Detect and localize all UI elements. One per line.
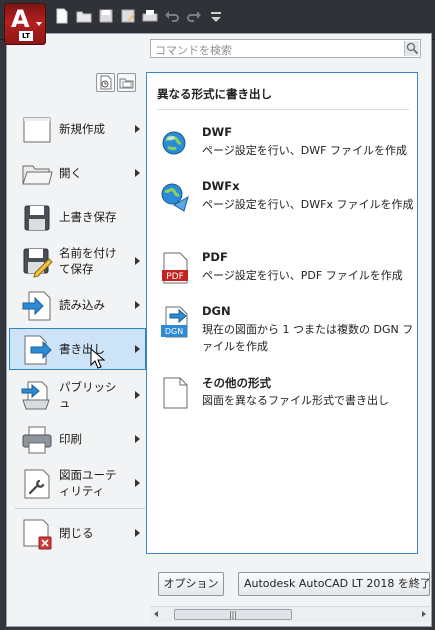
menu-item-label: 開く [59,166,82,180]
new-icon[interactable] [54,8,70,24]
open-icon[interactable] [76,8,92,24]
undo-icon[interactable] [164,8,180,24]
folder-open-icon [21,158,53,190]
entry-title: DGN [202,304,231,318]
export-submenu-panel: 異なる形式に書き出し DWF ページ設定を行い、DWF ファイルを作成 DWFx… [146,72,418,554]
chevron-right-icon [135,479,140,487]
export-icon [21,334,53,366]
menu-item-save-as[interactable]: 名前を付けて保存 [9,240,146,282]
horizontal-scrollbar[interactable]: ||| [150,606,430,622]
menu-item-label: 印刷 [59,432,82,446]
menu-item-label: 読み込み [59,298,105,312]
chevron-right-icon [135,391,140,399]
menu-item-label: 上書き保存 [59,210,117,224]
recent-open-buttons [96,73,136,92]
pdf-icon: PDF [160,252,190,284]
entry-title: DWF [202,125,233,139]
submenu-title: 異なる形式に書き出し [157,87,272,101]
open-documents-icon[interactable] [117,73,136,92]
exit-application-button[interactable]: Autodesk AutoCAD LT 2018 を終了 [238,572,430,596]
menu-left-column: 新規作成 開く 上書き保存 名前を付けて保存 読み込み 書き出し パブリッシュ … [7,64,146,594]
save-as-icon[interactable] [120,8,136,24]
entry-description: ページ設定を行い、DWF ファイルを作成 [202,144,407,157]
menu-item-label: 図面ユーティリティ [59,468,117,498]
application-menu: コマンドを検索 新規作成 開く 上書き保存 名前を付けて保存 読み込み 書き出し… [6,33,432,627]
printer-icon [21,424,53,456]
scrollbar-thumb[interactable]: ||| [174,609,292,620]
menu-item-drawing-utilities[interactable]: 図面ユーティリティ [9,462,146,504]
dwf-globe-icon [160,127,190,159]
scroll-right-icon[interactable] [422,611,426,617]
close-document-icon [21,518,53,550]
command-search-box[interactable]: コマンドを検索 [150,39,421,58]
submenu-divider [157,109,409,110]
menu-item-label: 書き出し [59,342,105,356]
entry-title: PDF [202,250,228,264]
edition-badge: LT [19,31,33,41]
dgn-icon: DGN [160,306,190,338]
chevron-right-icon [135,301,140,309]
menu-separator [15,508,145,509]
chevron-right-icon [135,435,140,443]
recent-documents-icon[interactable] [96,73,115,92]
save-as-pencil-icon [21,246,53,278]
menu-item-import[interactable]: 読み込み [9,284,146,326]
menu-item-label: 閉じる [59,526,94,540]
menu-footer: オプション Autodesk AutoCAD LT 2018 を終了 [150,572,430,600]
blank-document-icon [160,377,190,409]
entry-title: DWFx [202,179,240,193]
menu-item-label: 名前を付けて保存 [59,246,117,276]
customize-icon[interactable] [208,8,224,24]
publish-icon [21,380,53,412]
menu-item-save[interactable]: 上書き保存 [9,196,146,238]
drawing-utilities-icon [21,468,53,500]
menu-item-label: 新規作成 [59,122,105,136]
chevron-right-icon [135,257,140,265]
floppy-disk-icon [21,202,53,234]
chevron-down-icon [36,22,42,26]
redo-icon[interactable] [186,8,202,24]
search-input[interactable]: コマンドを検索 [155,42,232,58]
menu-item-new[interactable]: 新規作成 [9,108,146,150]
menu-item-print[interactable]: 印刷 [9,418,146,460]
chevron-right-icon [135,169,140,177]
entry-description: 現在の図面から 1 つまたは複数の DGN ファイルを作成 [202,323,414,353]
chevron-right-icon [135,529,140,537]
save-icon[interactable] [98,8,114,24]
quick-access-icons [54,8,224,24]
entry-title: その他の形式 [202,376,271,390]
menu-item-publish[interactable]: パブリッシュ [9,374,146,416]
chevron-right-icon [135,125,140,133]
dwfx-globe-icon [160,181,190,213]
menu-item-close[interactable]: 閉じる [9,512,146,554]
svg-text:DGN: DGN [165,327,183,336]
svg-text:PDF: PDF [166,272,184,282]
menu-item-open[interactable]: 開く [9,152,146,194]
menu-item-export[interactable]: 書き出し [9,328,146,370]
new-document-icon [21,114,53,146]
entry-description: ページ設定を行い、DWFx ファイルを作成 [202,198,414,211]
search-icon[interactable] [404,41,419,56]
entry-description: ページ設定を行い、PDF ファイルを作成 [202,269,403,282]
options-button[interactable]: オプション [158,572,224,596]
app-logo-letter: A [11,5,30,33]
scroll-left-icon[interactable] [154,611,158,617]
plot-icon[interactable] [142,8,158,24]
application-menu-button[interactable]: A LT [4,3,46,45]
import-icon [21,290,53,322]
entry-description: 図面を異なるファイル形式で書き出し [202,394,389,407]
menu-item-label: パブリッシュ [59,380,117,410]
chevron-right-icon [135,345,140,353]
